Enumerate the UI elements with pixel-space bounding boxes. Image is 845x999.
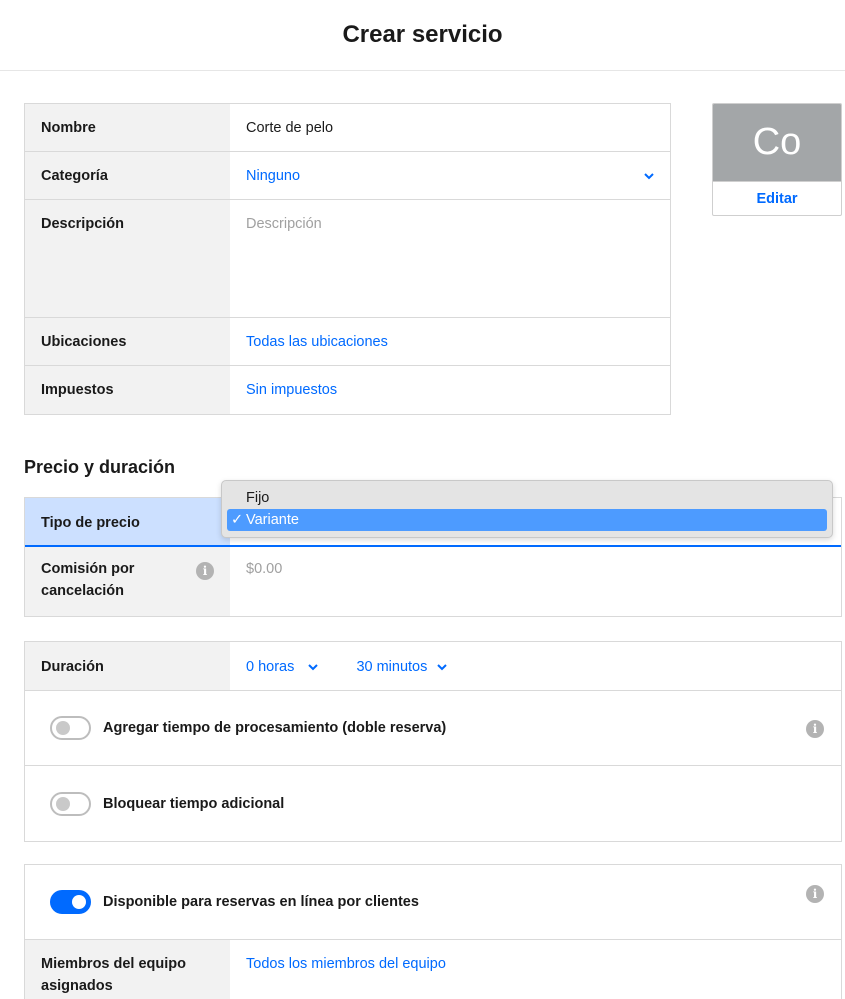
description-input[interactable]: Descripción — [230, 200, 670, 317]
name-row: Nombre Corte de pelo — [25, 104, 670, 152]
locations-row: Ubicaciones Todas las ubicaciones — [25, 318, 670, 366]
price-option-variant[interactable]: ✓ Variante — [227, 509, 827, 531]
basic-info-panel: Nombre Corte de pelo Categoría Ninguno D… — [24, 103, 671, 415]
online-booking-panel: Disponible para reservas en línea por cl… — [24, 864, 842, 999]
block-time-toggle[interactable] — [50, 791, 91, 816]
hours-value: 0 horas — [246, 659, 295, 675]
toggle-knob — [72, 895, 86, 909]
toggle-knob — [56, 796, 70, 811]
name-label: Nombre — [25, 104, 230, 151]
price-option-fixed-label: Fijo — [246, 490, 270, 506]
category-value: Ninguno — [246, 168, 301, 184]
cancellation-fee-input[interactable]: $0.00 — [230, 547, 841, 616]
service-thumbnail: Co Editar — [712, 103, 842, 216]
category-row: Categoría Ninguno — [25, 152, 670, 200]
price-type-dropdown[interactable]: Fijo ✓ Variante — [221, 480, 833, 538]
minutes-select[interactable]: 30 minutos — [356, 656, 448, 678]
info-icon[interactable]: i — [806, 720, 824, 738]
minutes-value: 30 minutos — [356, 659, 428, 675]
description-row: Descripción Descripción — [25, 200, 670, 318]
page-header: Crear servicio — [0, 0, 845, 71]
info-icon[interactable]: i — [806, 885, 824, 903]
taxes-label: Impuestos — [25, 366, 230, 414]
duration-label: Duración — [25, 642, 230, 690]
hours-select[interactable]: 0 horas — [246, 656, 319, 678]
toggle-knob — [56, 721, 70, 735]
cancellation-fee-label: Comisión por cancelación i — [25, 547, 230, 616]
cancellation-fee-row: Comisión por cancelación i $0.00 — [25, 547, 841, 616]
category-label: Categoría — [25, 152, 230, 199]
description-label: Descripción — [25, 200, 230, 317]
processing-time-row: Agregar tiempo de procesamiento (doble r… — [25, 691, 841, 766]
page-title: Crear servicio — [342, 21, 503, 48]
team-members-row: Miembros del equipo asignados Todos los … — [25, 940, 841, 999]
thumbnail-initials: Co — [713, 104, 841, 181]
chevron-down-icon — [308, 662, 319, 672]
price-duration-title: Precio y duración — [24, 457, 176, 477]
locations-link[interactable]: Todas las ubicaciones — [230, 318, 670, 365]
block-time-label: Bloquear tiempo adicional — [103, 795, 285, 812]
online-booking-toggle[interactable] — [50, 890, 91, 914]
online-booking-row: Disponible para reservas en línea por cl… — [25, 865, 841, 940]
duration-row: Duración 0 horas 30 minutos — [25, 642, 841, 691]
price-option-variant-label: Variante — [246, 512, 299, 528]
name-input[interactable]: Corte de pelo — [230, 104, 670, 151]
category-select[interactable]: Ninguno — [230, 152, 670, 199]
price-type-label: Tipo de precio — [25, 498, 230, 545]
team-members-label-text: Miembros del equipo asignados — [41, 956, 187, 994]
team-members-link[interactable]: Todos los miembros del equipo — [230, 940, 841, 999]
checkmark-icon: ✓ — [231, 512, 244, 528]
team-members-label: Miembros del equipo asignados — [25, 940, 230, 999]
chevron-down-icon — [437, 662, 448, 672]
locations-label: Ubicaciones — [25, 318, 230, 365]
cancellation-fee-label-text: Comisión por cancelación — [41, 561, 135, 599]
taxes-link[interactable]: Sin impuestos — [230, 366, 670, 414]
online-booking-label: Disponible para reservas en línea por cl… — [103, 894, 419, 910]
taxes-row: Impuestos Sin impuestos — [25, 366, 670, 414]
info-icon[interactable]: i — [196, 562, 214, 580]
duration-panel: Duración 0 horas 30 minutos Agregar tiem… — [24, 641, 842, 842]
price-option-fixed[interactable]: Fijo — [227, 487, 827, 509]
block-time-row: Bloquear tiempo adicional — [25, 766, 841, 841]
processing-time-toggle[interactable] — [50, 716, 91, 740]
chevron-down-icon — [644, 171, 654, 181]
processing-time-label: Agregar tiempo de procesamiento (doble r… — [103, 720, 447, 736]
duration-values: 0 horas 30 minutos — [230, 642, 841, 690]
edit-thumbnail-button[interactable]: Editar — [713, 181, 841, 215]
